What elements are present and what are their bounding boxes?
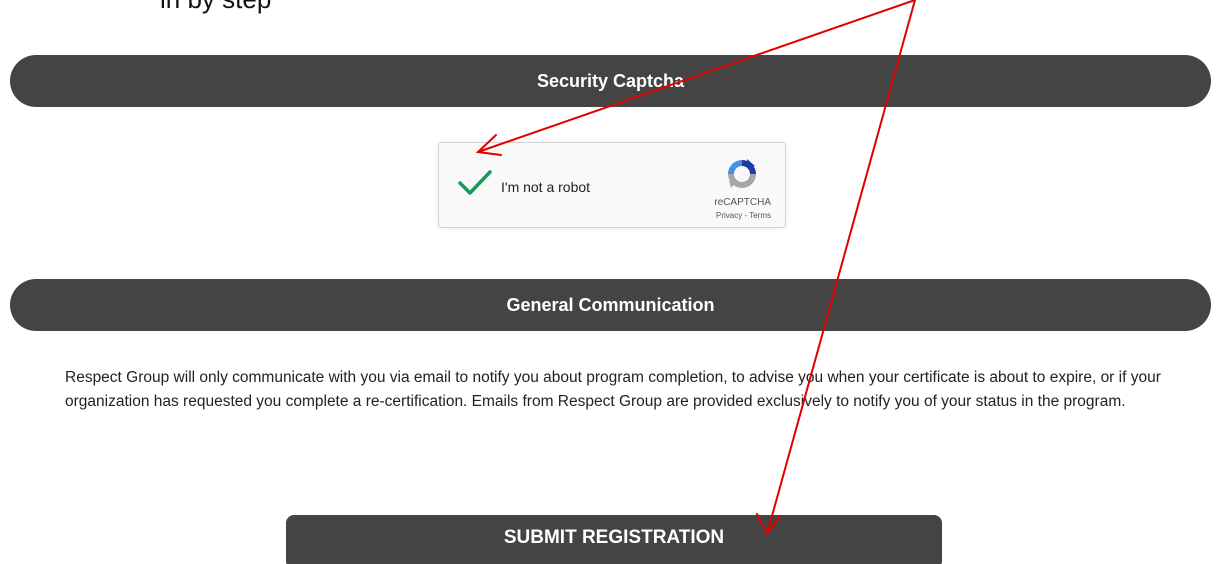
privacy-link[interactable]: Privacy (716, 211, 742, 220)
submit-registration-button[interactable]: SUBMIT REGISTRATION (286, 515, 942, 564)
general-communication-title: General Communication (506, 294, 715, 315)
security-captcha-header: Security Captcha (10, 55, 1211, 107)
partial-instruction-text: in by step (160, 0, 271, 15)
submit-registration-label: SUBMIT REGISTRATION (503, 527, 725, 548)
recaptcha-label: I'm not a robot (501, 179, 591, 195)
security-captcha-title: Security Captcha (536, 70, 685, 91)
general-communication-body: Respect Group will only communicate with… (65, 369, 1161, 410)
checkmark-icon[interactable] (457, 169, 493, 197)
recaptcha-brand: reCAPTCHA (714, 197, 771, 208)
recaptcha-widget: I'm not a robot reCAPTCHA Privacy - Term… (438, 142, 786, 228)
general-communication-header: General Communication (10, 279, 1211, 331)
terms-link[interactable]: Terms (749, 211, 771, 220)
recaptcha-links: Privacy - Terms (716, 211, 771, 220)
recaptcha-logo-icon (728, 159, 756, 188)
